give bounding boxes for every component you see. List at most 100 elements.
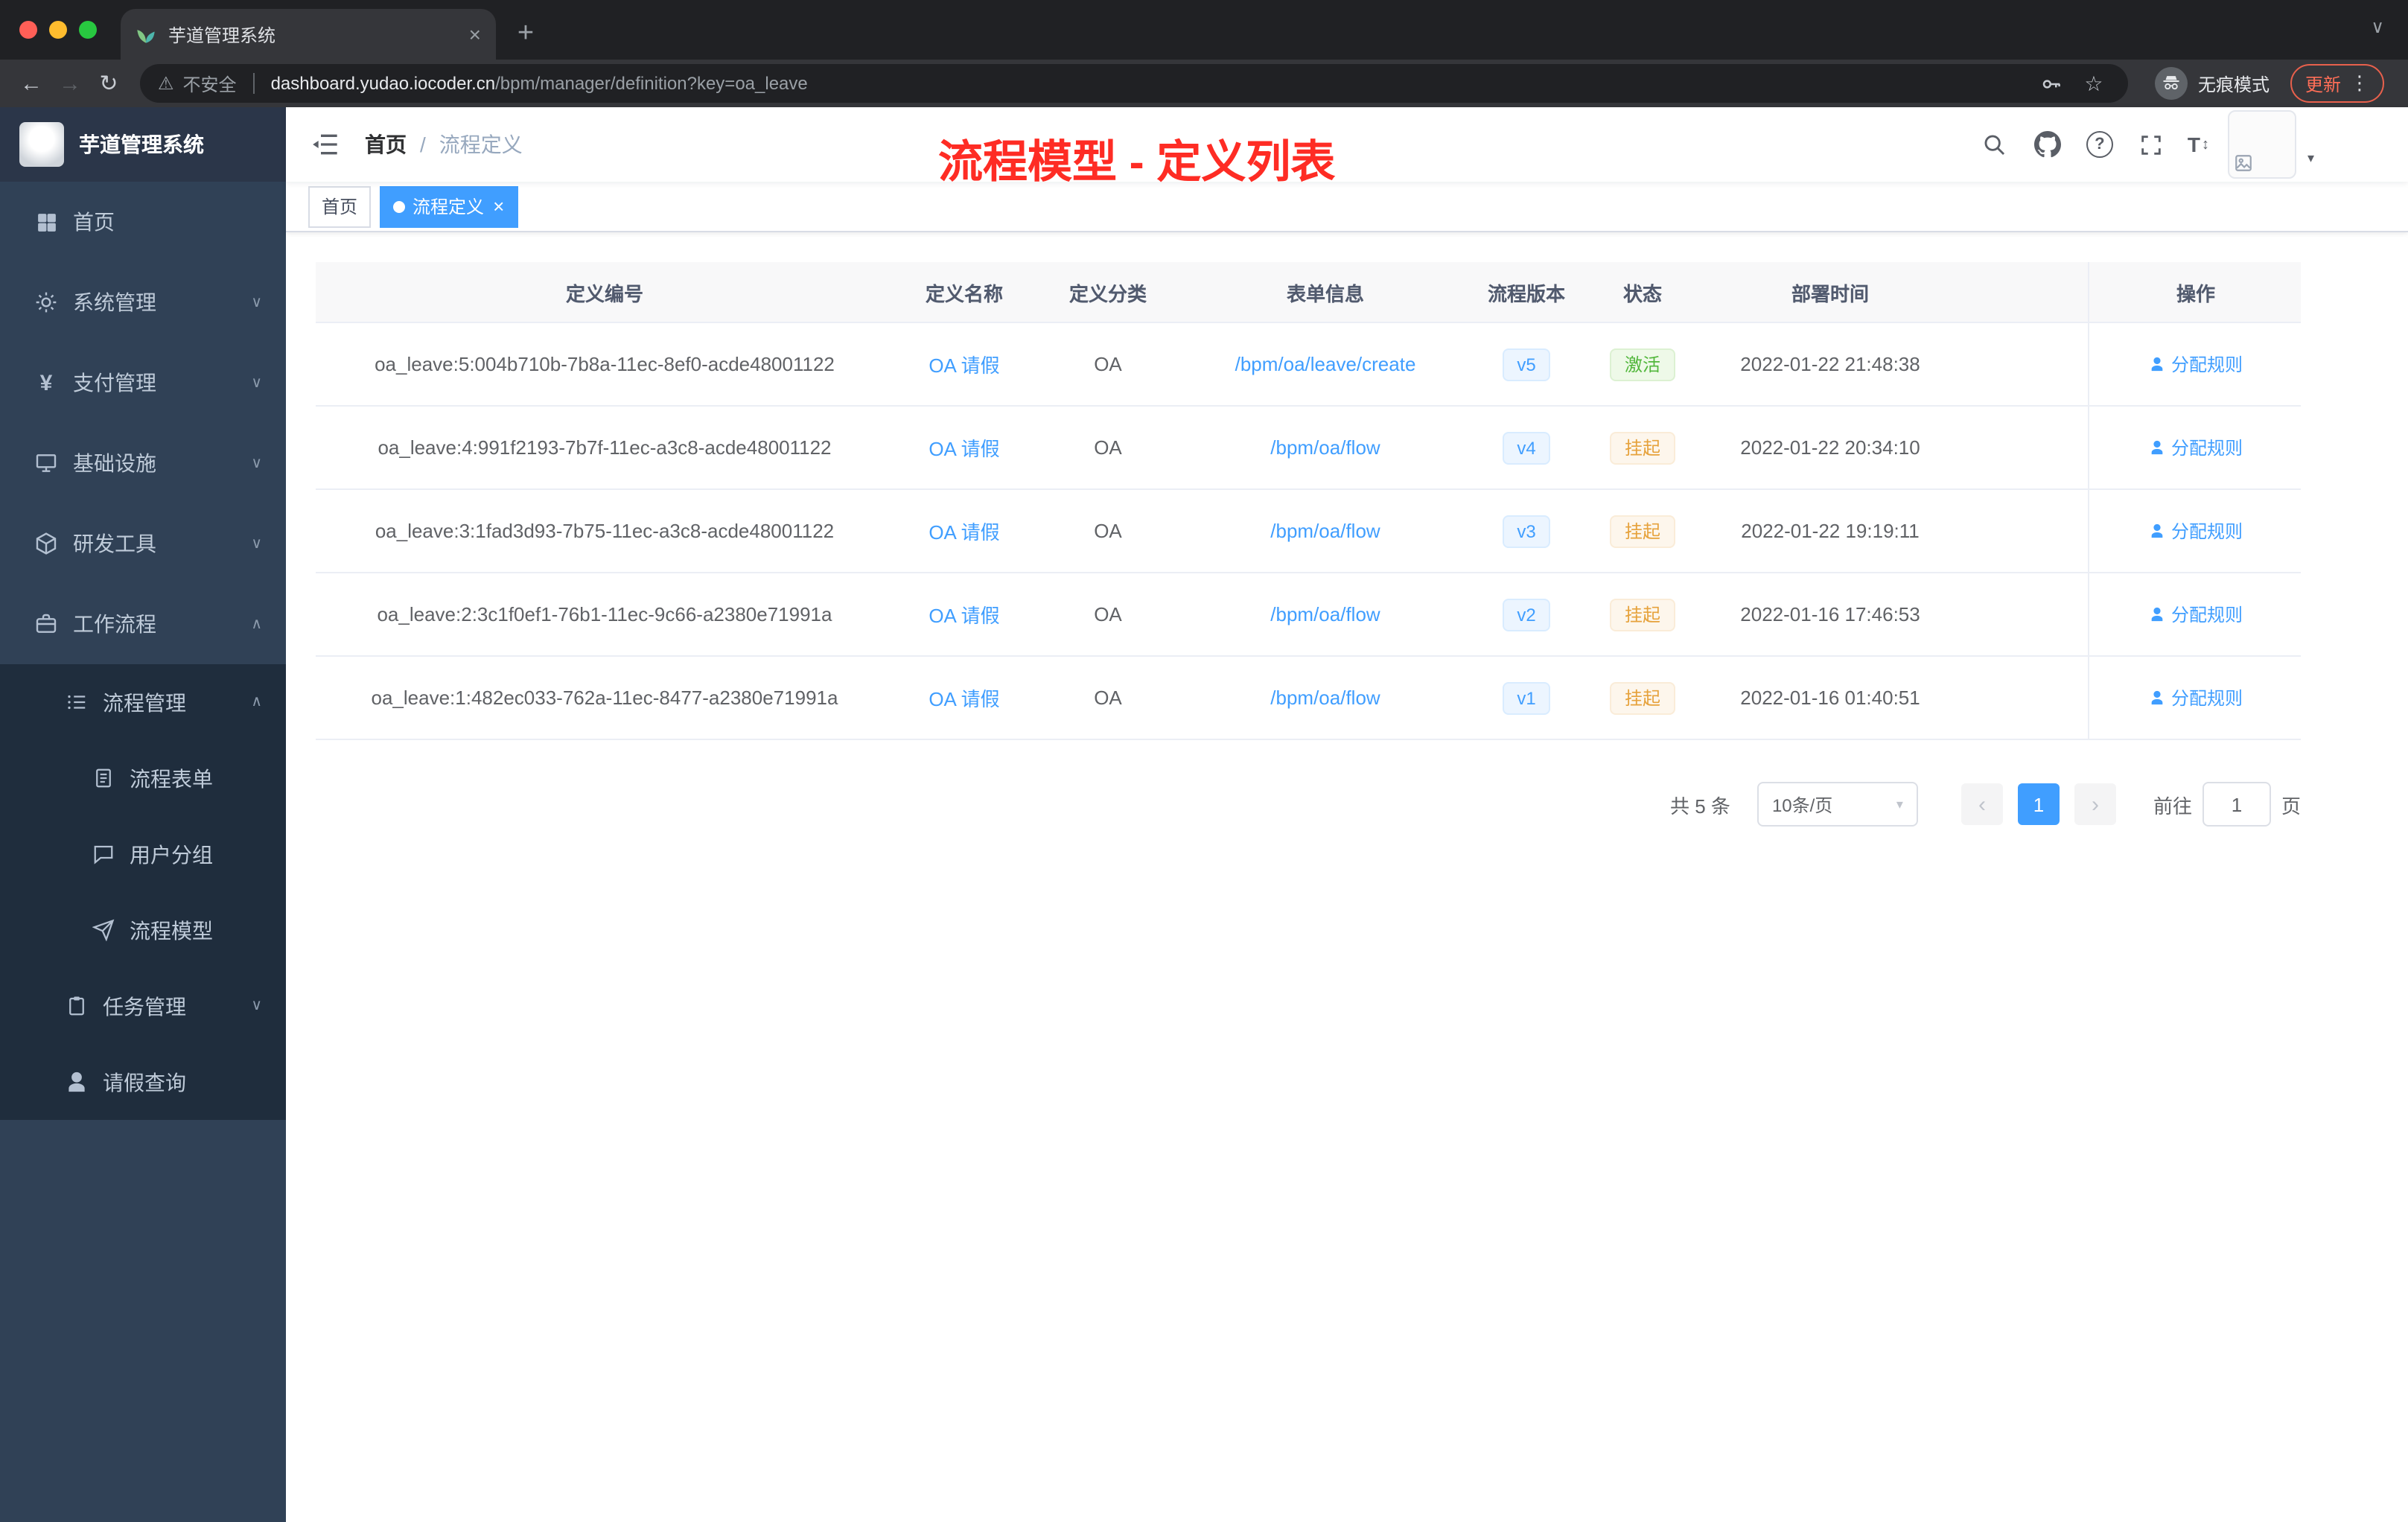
paper-plane-icon	[89, 919, 116, 941]
incognito-label: 无痕模式	[2197, 74, 2270, 95]
tags-bar: 首页 流程定义 ×	[286, 182, 2408, 232]
cell-deploy-time: 2022-01-22 21:48:38	[1740, 353, 1920, 375]
form-link[interactable]: /bpm/oa/flow	[1270, 436, 1380, 459]
form-link[interactable]: /bpm/oa/leave/create	[1235, 353, 1416, 375]
definition-name-link[interactable]: OA 请假	[929, 433, 999, 462]
form-link[interactable]: /bpm/oa/flow	[1270, 687, 1380, 709]
status-badge: 挂起	[1609, 598, 1675, 631]
clipboard-icon	[63, 995, 89, 1017]
sidebar-item-devtools[interactable]: 研发工具 ∨	[0, 503, 286, 584]
breadcrumb-home[interactable]: 首页	[365, 130, 407, 159]
chevron-up-icon: ∧	[251, 694, 262, 710]
browser-toolbar: ← → ↻ ⚠ 不安全 dashboard.yudao.iocoder.cn/b…	[0, 60, 2408, 107]
window-minimize-button[interactable]	[49, 21, 67, 39]
screen: 芋道管理系统 × + ∨ ← → ↻ ⚠ 不安全 dashboard.yudao…	[0, 0, 2408, 1522]
definition-name-link[interactable]: OA 请假	[929, 684, 999, 712]
app-logo-row: 芋道管理系统	[0, 107, 286, 182]
definition-name-link[interactable]: OA 请假	[929, 517, 999, 545]
tag-home[interactable]: 首页	[308, 185, 372, 227]
chat-bubble-icon	[89, 843, 116, 865]
cube-icon	[33, 532, 60, 555]
sidebar: 芋道管理系统 首页 系统管理 ∨ ¥ 支付管理 ∨ 基础设施 ∨ 研发工具 ∨ …	[0, 107, 286, 1522]
window-zoom-button[interactable]	[79, 21, 97, 39]
status-badge: 挂起	[1609, 681, 1675, 714]
sidebar-item-payment[interactable]: ¥ 支付管理 ∨	[0, 343, 286, 423]
assign-rule-link[interactable]: 分配规则	[2149, 518, 2243, 544]
cell-definition-id: oa_leave:2:3c1f0ef1-76b1-11ec-9c66-a2380…	[377, 603, 832, 625]
avatar-caret-icon[interactable]: ▾	[2307, 150, 2314, 167]
goto-page-input[interactable]	[2202, 782, 2271, 827]
table-row: oa_leave:4:991f2193-7b7f-11ec-a3c8-acde4…	[316, 407, 2301, 490]
password-key-icon[interactable]	[2036, 72, 2068, 95]
table-row: oa_leave:5:004b710b-7b8a-11ec-8ef0-acde4…	[316, 323, 2301, 407]
definition-name-link[interactable]: OA 请假	[929, 600, 999, 628]
status-badge: 挂起	[1609, 515, 1675, 547]
hamburger-icon[interactable]	[308, 128, 341, 161]
form-link[interactable]: /bpm/oa/flow	[1270, 603, 1380, 625]
active-tag-dot	[393, 200, 406, 212]
assign-rule-link[interactable]: 分配规则	[2149, 685, 2243, 710]
tag-close-icon[interactable]: ×	[493, 197, 504, 216]
browser-tab[interactable]: 芋道管理系统 ×	[121, 9, 496, 60]
cell-category: OA	[1094, 436, 1122, 459]
dashboard-icon	[33, 211, 60, 233]
avatar[interactable]	[2228, 110, 2297, 179]
assign-rule-link[interactable]: 分配规则	[2149, 435, 2243, 460]
font-size-icon[interactable]: T ↕	[2188, 133, 2209, 156]
back-button[interactable]: ←	[12, 64, 51, 103]
browser-update-button[interactable]: 更新 ⋮	[2290, 64, 2384, 103]
cell-definition-id: oa_leave:1:482ec033-762a-11ec-8477-a2380…	[371, 687, 838, 709]
incognito-icon	[2154, 67, 2188, 100]
col-deploy-time: 部署时间	[1791, 282, 1869, 305]
version-badge: v5	[1502, 348, 1551, 380]
prev-page-button[interactable]: ‹	[1961, 783, 2003, 825]
sidebar-item-process-form[interactable]: 流程表单	[0, 740, 286, 816]
tag-process-definition[interactable]: 流程定义 ×	[380, 185, 518, 227]
search-icon[interactable]	[1979, 128, 2012, 161]
window-close-button[interactable]	[19, 21, 37, 39]
cell-definition-id: oa_leave:5:004b710b-7b8a-11ec-8ef0-acde4…	[375, 353, 835, 375]
sidebar-item-home[interactable]: 首页	[0, 182, 286, 262]
table-row: oa_leave:2:3c1f0ef1-76b1-11ec-9c66-a2380…	[316, 573, 2301, 657]
status-badge: 挂起	[1609, 431, 1675, 464]
page-size-select[interactable]: 10条/页 ▾	[1756, 782, 1918, 827]
tab-favicon	[137, 30, 155, 43]
forward-button[interactable]: →	[51, 64, 89, 103]
sidebar-item-system[interactable]: 系统管理 ∨	[0, 262, 286, 343]
bookmark-star-icon[interactable]: ☆	[2077, 71, 2110, 96]
help-icon[interactable]: ?	[2083, 128, 2116, 161]
sidebar-item-workflow[interactable]: 工作流程 ∧	[0, 584, 286, 664]
definition-table: 定义编号 定义名称 定义分类 表单信息 流程版本 状态 部署时间 操作 oa_l…	[316, 262, 2301, 740]
sidebar-item-leave-query[interactable]: 请假查询	[0, 1044, 286, 1120]
url-text: dashboard.yudao.iocoder.cn/bpm/manager/d…	[271, 73, 808, 94]
github-icon[interactable]	[2031, 128, 2064, 161]
tab-close-icon[interactable]: ×	[469, 24, 481, 45]
current-page-button[interactable]: 1	[2017, 783, 2060, 825]
assign-rule-link[interactable]: 分配规则	[2149, 351, 2243, 377]
version-badge: v3	[1502, 515, 1551, 547]
sidebar-item-infrastructure[interactable]: 基础设施 ∨	[0, 423, 286, 503]
chevron-up-icon: ∧	[251, 616, 262, 632]
gear-icon	[33, 290, 60, 314]
next-page-button[interactable]: ›	[2074, 783, 2116, 825]
chevron-down-icon: ∨	[251, 535, 262, 552]
address-bar[interactable]: ⚠ 不安全 dashboard.yudao.iocoder.cn/bpm/man…	[140, 64, 2128, 103]
breadcrumb-separator: /	[420, 133, 426, 156]
fullscreen-icon[interactable]	[2135, 128, 2168, 161]
tab-search-chevron-icon[interactable]: ∨	[2371, 16, 2384, 37]
sidebar-item-process-model[interactable]: 流程模型	[0, 892, 286, 968]
browser-menu-icon[interactable]: ⋮	[2350, 71, 2369, 95]
form-link[interactable]: /bpm/oa/flow	[1270, 520, 1380, 542]
definition-name-link[interactable]: OA 请假	[929, 350, 999, 378]
assign-rule-link[interactable]: 分配规则	[2149, 602, 2243, 627]
version-badge: v2	[1502, 598, 1551, 631]
pagination: 共 5 条 10条/页 ▾ ‹ 1 › 前往 页	[316, 782, 2301, 827]
sidebar-item-process-management[interactable]: 流程管理 ∧	[0, 664, 286, 740]
new-tab-button[interactable]: +	[505, 13, 547, 55]
sidebar-item-user-group[interactable]: 用户分组	[0, 816, 286, 892]
update-label: 更新	[2305, 74, 2341, 95]
col-process-version: 流程版本	[1487, 282, 1565, 305]
sidebar-item-task-management[interactable]: 任务管理 ∨	[0, 968, 286, 1044]
goto-unit: 页	[2281, 795, 2301, 817]
reload-button[interactable]: ↻	[89, 64, 128, 103]
